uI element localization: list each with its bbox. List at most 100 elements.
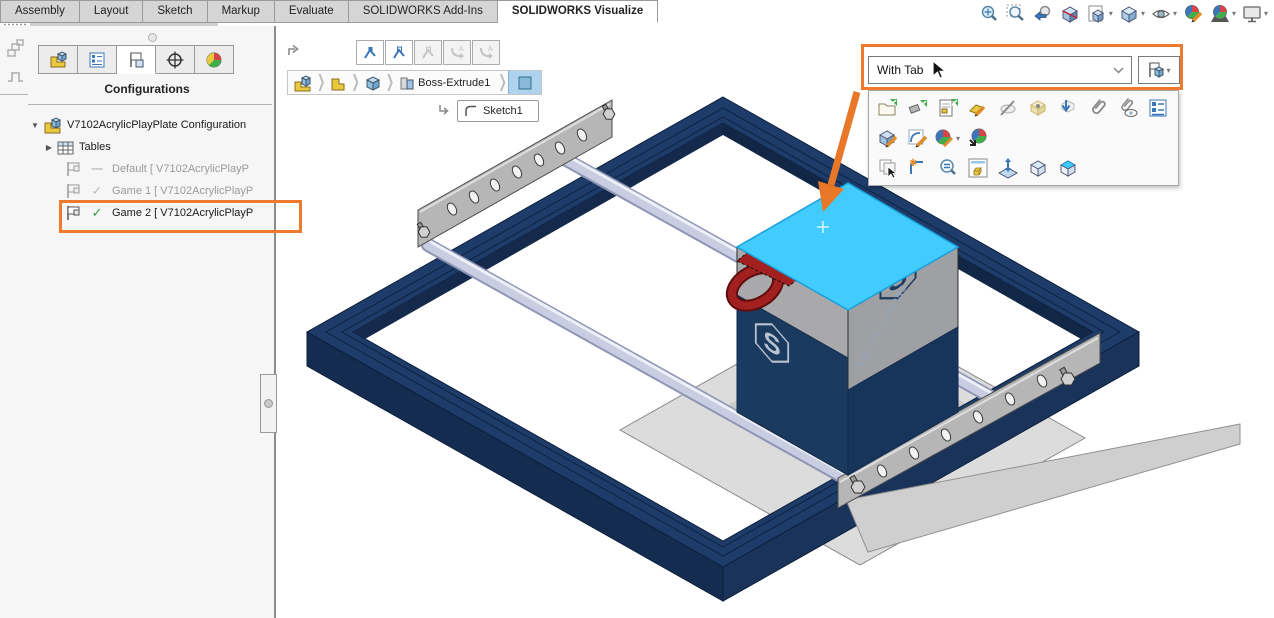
attachments-icon[interactable] <box>1083 95 1113 121</box>
edit-sketch-icon[interactable] <box>903 125 933 151</box>
dimxpert-manager-tab[interactable] <box>156 45 195 74</box>
sketch-context-toolbar: A A <box>356 40 500 65</box>
breadcrumb-part[interactable] <box>326 71 350 94</box>
tab-layout[interactable]: Layout <box>80 0 144 23</box>
tab-solidworks-add-ins[interactable]: SOLIDWORKS Add-Ins <box>349 0 498 23</box>
view-settings-icon[interactable]: ▾ <box>1239 2 1270 26</box>
appearances-icon[interactable]: ▾ <box>933 125 963 151</box>
display-style-icon[interactable]: ▾ <box>1116 2 1147 26</box>
tree-row-config-game2[interactable]: ✓ Game 2 [ V7102AcrylicPlayP <box>0 202 274 224</box>
tab-assembly[interactable]: Assembly <box>0 0 80 23</box>
svg-text:✱: ✱ <box>909 158 917 169</box>
tab-markup[interactable]: Markup <box>208 0 275 23</box>
show-hidden-icon[interactable] <box>1023 95 1053 121</box>
feature-manager-tab[interactable] <box>38 45 78 74</box>
sketch-icon <box>463 103 479 119</box>
zoom-to-selection-icon[interactable] <box>933 155 963 181</box>
new-sketch-icon[interactable]: ✱ <box>903 155 933 181</box>
panel-splitter-handle[interactable] <box>260 374 277 433</box>
previous-view-icon[interactable] <box>1030 2 1056 26</box>
panel-collapse-handle[interactable] <box>148 33 157 42</box>
sketch-tool-button-1[interactable] <box>356 40 384 65</box>
apply-scene-icon[interactable]: ▾ <box>1207 2 1238 26</box>
hide-show-items-icon[interactable]: ▾ <box>1148 2 1179 26</box>
config-flag-icon <box>65 205 85 221</box>
not-active-icon: — <box>87 163 107 175</box>
sub-item-arrow-icon <box>436 102 452 123</box>
breadcrumb-chevron: ❯ <box>497 73 507 92</box>
view-orientation-caret[interactable]: ▾ <box>1109 9 1113 18</box>
hide-icon[interactable] <box>993 95 1023 121</box>
config-flag-icon <box>65 183 85 199</box>
breadcrumb-feature-label: Boss-Extrude1 <box>416 77 494 89</box>
apply-scene-caret[interactable]: ▾ <box>1232 9 1236 18</box>
select-other-icon[interactable] <box>873 155 903 181</box>
view-attachments-icon[interactable] <box>1113 95 1143 121</box>
zoom-to-fit-icon[interactable] <box>976 2 1002 26</box>
sketch-tool-button-2[interactable] <box>385 40 413 65</box>
mouse-cursor <box>932 60 948 85</box>
tree-row-config-game1[interactable]: ✓ Game 1 [ V7102AcrylicPlayP <box>0 180 274 202</box>
make-independent-icon[interactable] <box>903 95 933 121</box>
top-bar: Assembly Layout Sketch Markup Evaluate S… <box>0 0 1274 26</box>
breadcrumb-sketch-selected[interactable] <box>508 71 541 94</box>
sketch-tool-button-5[interactable]: A <box>472 40 500 65</box>
apply-material-icon[interactable] <box>963 125 993 151</box>
edit-feature-icon[interactable] <box>963 95 993 121</box>
isolate-icon[interactable] <box>963 155 993 181</box>
sketch-tool-button-4[interactable]: A <box>443 40 471 65</box>
chevron-down-icon[interactable] <box>1113 61 1131 79</box>
edit-body-icon[interactable] <box>873 125 903 151</box>
sketch-tool-button-3[interactable] <box>414 40 442 65</box>
tables-label: Tables <box>79 141 111 153</box>
open-part-icon[interactable] <box>873 95 903 121</box>
add-configuration-button[interactable]: ▾ <box>1138 56 1180 84</box>
breadcrumb-feature[interactable]: Boss-Extrude1 <box>395 71 497 94</box>
manager-tab-bar <box>38 45 234 74</box>
exit-sketch-arrow-icon[interactable] <box>286 42 302 63</box>
graphics-area[interactable]: S SOLIDSOLUTIONS S <box>276 26 1274 618</box>
expand-arrow-icon[interactable]: ▶ <box>44 143 54 152</box>
configuration-manager-tab[interactable] <box>117 45 156 74</box>
manager-panel: Configurations ▼ V7102AcrylicPlayPlate C… <box>0 26 276 618</box>
suppress-icon[interactable] <box>1053 95 1083 121</box>
step-icon[interactable] <box>6 68 26 89</box>
tree-row-root[interactable]: ▼ V7102AcrylicPlayPlate Configuration <box>0 114 274 136</box>
property-manager-tab[interactable] <box>78 45 117 74</box>
view-cube-icon[interactable] <box>1023 155 1053 181</box>
tab-solidworks-visualize[interactable]: SOLIDWORKS Visualize <box>498 0 658 23</box>
breadcrumb-assembly[interactable] <box>290 71 316 94</box>
hide-show-items-caret[interactable]: ▾ <box>1173 9 1177 18</box>
edit-appearance-icon[interactable] <box>1180 2 1206 26</box>
tree-row-tables[interactable]: ▶ Tables <box>0 136 274 158</box>
zoom-to-area-icon[interactable] <box>1003 2 1029 26</box>
open-drawing-icon[interactable] <box>933 95 963 121</box>
svg-text:A: A <box>488 46 493 53</box>
breadcrumb-chevron: ❯ <box>385 73 395 92</box>
sketch1-label: Sketch1 <box>483 105 523 117</box>
view-settings-caret[interactable]: ▾ <box>1264 9 1268 18</box>
tab-evaluate[interactable]: Evaluate <box>275 0 349 23</box>
toolbar-collapsed-strip <box>30 23 218 26</box>
context-toolbar: ▾ ✱ <box>868 90 1179 186</box>
tree-row-config-default[interactable]: — Default [ V7102AcrylicPlayP <box>0 158 274 180</box>
display-manager-tab[interactable] <box>195 45 234 74</box>
section-view-icon[interactable] <box>1057 2 1083 26</box>
display-style-caret[interactable]: ▾ <box>1141 9 1145 18</box>
properties-list-icon[interactable] <box>1143 95 1173 121</box>
context-toolbar-row3: ✱ <box>873 153 1178 183</box>
view-orientation-icon[interactable]: ▾ <box>1084 2 1115 26</box>
section-cube-icon[interactable] <box>1053 155 1083 181</box>
toolbar-drag-handle[interactable] <box>3 23 27 26</box>
normal-to-icon[interactable] <box>993 155 1023 181</box>
sketch1-button[interactable]: Sketch1 <box>457 100 539 122</box>
breadcrumb-body[interactable] <box>361 71 385 94</box>
panel-header: Configurations <box>28 82 266 96</box>
heads-up-view-toolbar: ▾ ▾ ▾ ▾ ▾ <box>976 1 1270 26</box>
add-configuration-caret[interactable]: ▾ <box>1166 66 1170 75</box>
selection-breadcrumb: ❯ ❯ ❯ Boss-Extrude1 ❯ <box>287 70 542 95</box>
collapse-arrow-icon[interactable]: ▼ <box>30 121 40 130</box>
configuration-dropdown[interactable]: With Tab <box>868 56 1132 84</box>
assembly-structure-icon[interactable] <box>5 38 25 65</box>
tab-sketch[interactable]: Sketch <box>143 0 207 23</box>
